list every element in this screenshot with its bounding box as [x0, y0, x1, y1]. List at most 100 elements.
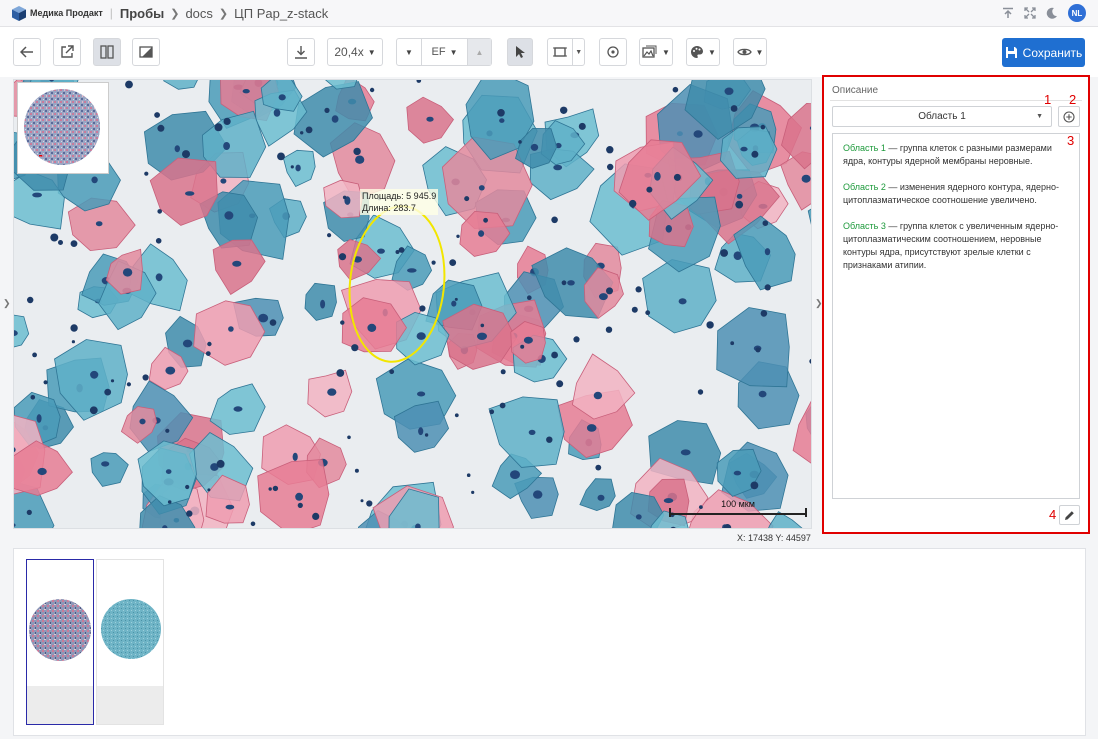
cell-nucleus — [764, 248, 771, 256]
inflammatory-cell — [497, 109, 505, 117]
cell-nucleus — [693, 130, 703, 138]
inflammatory-cell — [449, 259, 457, 266]
cell-nucleus — [523, 336, 533, 344]
inflammatory-cell — [561, 280, 567, 286]
cell-nucleus — [182, 339, 193, 348]
layer-down-button[interactable]: ▼ — [397, 39, 421, 65]
inflammatory-cell — [70, 324, 78, 332]
inflammatory-cell — [578, 122, 586, 130]
breadcrumb-item-samples[interactable]: Пробы — [120, 6, 164, 21]
download-button[interactable] — [287, 38, 315, 66]
save-button[interactable]: Сохранить — [1002, 38, 1085, 67]
filter-select[interactable]: EF ▼ — [421, 39, 467, 65]
cell-nucleus — [295, 492, 303, 501]
cell-nucleus — [101, 461, 110, 467]
color-palette-button[interactable]: ▼ — [686, 38, 720, 66]
external-link-icon — [61, 45, 74, 58]
inflammatory-cell — [205, 351, 211, 356]
inflammatory-cell — [631, 306, 638, 313]
inflammatory-cell — [26, 509, 32, 515]
slide-thumbnail-1[interactable] — [26, 559, 94, 725]
point-tool-button[interactable] — [599, 38, 627, 66]
cell-nucleus — [407, 268, 417, 273]
region-select[interactable]: Область 1 ▼ — [832, 106, 1052, 127]
inflammatory-cell — [340, 320, 345, 325]
inflammatory-cell — [71, 340, 75, 344]
scroll-top-icon[interactable] — [1002, 7, 1014, 19]
pointer-tool-button[interactable] — [507, 38, 533, 66]
cell-nucleus — [91, 176, 98, 184]
cursor-coordinates: X: 17438 Y: 44597 — [737, 533, 811, 543]
download-icon — [295, 46, 307, 59]
user-avatar[interactable]: NL — [1068, 4, 1086, 22]
inflammatory-cell — [389, 369, 395, 375]
cell-nucleus — [530, 143, 539, 151]
split-view-button[interactable] — [93, 38, 121, 66]
rectangle-tool-menu[interactable]: ▼ — [572, 39, 584, 65]
inflammatory-cell — [760, 310, 768, 317]
region-link[interactable]: Область 3 — [843, 221, 886, 231]
slide-thumbnail-2[interactable] — [96, 559, 164, 725]
callout-number-4: 4 — [1049, 507, 1057, 522]
cytology-slide-image[interactable] — [14, 80, 812, 529]
inflammatory-cell — [43, 380, 48, 385]
inflammatory-cell — [500, 369, 506, 375]
back-button[interactable] — [13, 38, 41, 66]
focus-layer-control[interactable]: ▼ EF ▼ ▲ — [396, 38, 492, 66]
cell-nucleus — [416, 332, 426, 340]
cell-nucleus — [777, 528, 786, 529]
inflammatory-cell — [338, 253, 347, 261]
rectangle-tool-button[interactable]: ▼ — [547, 38, 585, 66]
breadcrumb-item-docs[interactable]: docs — [185, 6, 212, 21]
cell-nucleus — [223, 142, 231, 150]
image-layers-button[interactable]: ▼ — [639, 38, 673, 66]
app-logo[interactable]: Медика Продакт — [0, 5, 103, 21]
visibility-button[interactable]: ▼ — [733, 38, 767, 66]
cell-nucleus — [185, 191, 195, 196]
dark-mode-moon-icon[interactable] — [1046, 7, 1058, 19]
cell-nucleus — [801, 174, 811, 183]
fullscreen-icon[interactable] — [1024, 7, 1036, 19]
inflammatory-cell — [223, 117, 231, 125]
inflammatory-cell — [424, 433, 429, 437]
layer-up-button[interactable]: ▲ — [467, 39, 491, 65]
rectangle-tool[interactable] — [548, 39, 572, 65]
caret-up-icon: ▲ — [475, 47, 484, 57]
add-region-button[interactable] — [1058, 106, 1080, 127]
slide-viewer[interactable]: Площадь: 5 945.9 Длина: 283.7 100 мкм — [13, 79, 812, 529]
cell-nucleus — [451, 300, 457, 307]
caret-down-icon: ▼ — [367, 47, 376, 57]
panel-title: Описание — [832, 85, 879, 96]
inflammatory-cell — [360, 499, 364, 503]
contrast-toggle-button[interactable] — [132, 38, 160, 66]
description-entry: Область 2 — изменения ядерного контура, … — [843, 181, 1069, 207]
cell-nucleus — [417, 391, 426, 397]
inflammatory-cell — [464, 196, 470, 202]
collapse-left-arrow-icon[interactable]: ❯ — [3, 298, 11, 309]
cell-nucleus — [478, 185, 485, 191]
inflammatory-cell — [735, 200, 744, 209]
breadcrumb-divider: | — [109, 6, 113, 20]
inflammatory-cell — [466, 473, 471, 478]
edit-description-button[interactable] — [1059, 505, 1080, 525]
region-link[interactable]: Область 2 — [843, 182, 886, 192]
region-link[interactable]: Область 1 — [843, 143, 886, 153]
description-entry: Область 3 — группа клеток с увеличенным … — [843, 220, 1069, 272]
inflammatory-cell — [750, 481, 759, 490]
image-layers-icon — [642, 45, 657, 58]
inflammatory-cell — [551, 216, 558, 224]
zoom-select[interactable]: 20,4x ▼ — [327, 38, 383, 66]
cell-nucleus — [477, 332, 487, 340]
inflammatory-cell — [216, 459, 225, 468]
cell-nucleus — [665, 225, 672, 233]
inflammatory-cell — [165, 428, 170, 433]
cell-nucleus — [733, 470, 742, 476]
cell-nucleus — [36, 414, 42, 423]
inflammatory-cell — [305, 126, 313, 134]
minimap[interactable] — [17, 82, 109, 174]
description-text-area[interactable]: Область 1 — группа клеток с разными разм… — [832, 133, 1080, 499]
inflammatory-cell — [607, 163, 614, 171]
open-external-button[interactable] — [53, 38, 81, 66]
cell-nucleus — [320, 299, 326, 309]
minimap-thumbnail[interactable] — [18, 83, 108, 173]
